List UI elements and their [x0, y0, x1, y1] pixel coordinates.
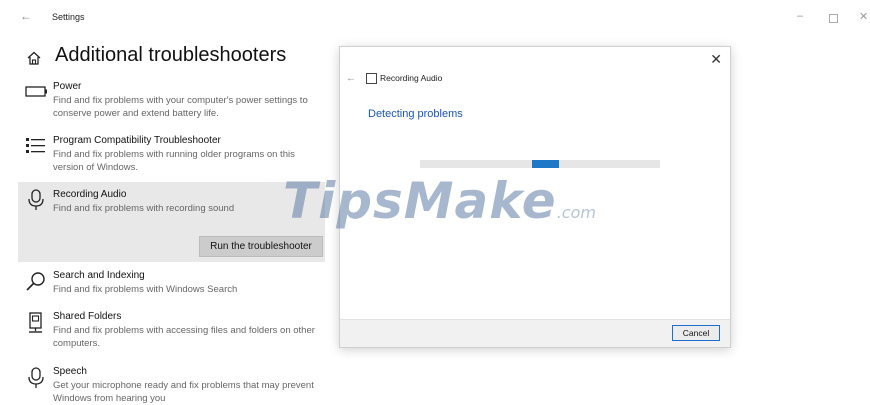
- window-title: Settings: [52, 12, 85, 22]
- troubleshooter-name: Power: [53, 81, 82, 92]
- progress-indicator: [532, 160, 559, 168]
- run-troubleshooter-button[interactable]: Run the troubleshooter: [199, 236, 323, 257]
- troubleshooter-name: Shared Folders: [53, 311, 122, 322]
- troubleshooter-search-indexing[interactable]: Search and Indexing Find and fix problem…: [20, 270, 325, 300]
- maximize-icon[interactable]: [829, 14, 838, 23]
- troubleshooter-speech[interactable]: Speech Get your microphone ready and fix…: [20, 366, 325, 404]
- search-icon: [26, 272, 45, 291]
- dialog-status: Detecting problems: [368, 108, 463, 120]
- dialog-footer: Cancel: [340, 319, 730, 347]
- troubleshooter-description: Find and fix problems with accessing fil…: [53, 325, 315, 349]
- troubleshooter-dialog: ✕ ← Recording Audio Detecting problems C…: [339, 46, 731, 348]
- troubleshooter-description: Find and fix problems with recording sou…: [53, 203, 235, 214]
- troubleshooter-app-icon: [366, 73, 377, 84]
- dialog-title: Recording Audio: [380, 73, 443, 83]
- minimize-icon[interactable]: –: [797, 10, 803, 22]
- troubleshooter-shared-folders[interactable]: Shared Folders Find and fix problems wit…: [20, 311, 325, 355]
- troubleshooter-name: Program Compatibility Troubleshooter: [53, 135, 221, 146]
- speech-mic-icon: [28, 367, 44, 388]
- cancel-button[interactable]: Cancel: [672, 325, 720, 341]
- title-bar: ← Settings – ✕: [0, 0, 870, 34]
- back-arrow-icon[interactable]: ←: [20, 9, 32, 23]
- troubleshooter-name: Search and Indexing: [53, 270, 145, 281]
- dialog-back-icon[interactable]: ←: [346, 73, 356, 84]
- troubleshooter-description: Get your microphone ready and fix proble…: [53, 380, 314, 404]
- progress-bar: [420, 160, 660, 168]
- power-icon: [25, 86, 47, 97]
- home-icon[interactable]: [26, 50, 42, 66]
- shared-folders-icon: [29, 312, 42, 333]
- page-title: Additional troubleshooters: [55, 44, 287, 66]
- troubleshooter-program-compatibility[interactable]: Program Compatibility Troubleshooter Fin…: [20, 135, 325, 179]
- troubleshooter-description: Find and fix problems with Windows Searc…: [53, 284, 238, 295]
- close-window-icon[interactable]: ✕: [859, 10, 868, 23]
- troubleshooter-name: Recording Audio: [53, 189, 127, 200]
- program-list-icon: [26, 138, 45, 153]
- troubleshooter-description: Find and fix problems with your computer…: [53, 95, 308, 119]
- dialog-close-icon[interactable]: ✕: [710, 51, 722, 68]
- microphone-icon: [28, 189, 44, 210]
- troubleshooter-description: Find and fix problems with running older…: [53, 149, 295, 173]
- troubleshooter-power[interactable]: Power Find and fix problems with your co…: [20, 81, 325, 125]
- troubleshooter-name: Speech: [53, 366, 87, 377]
